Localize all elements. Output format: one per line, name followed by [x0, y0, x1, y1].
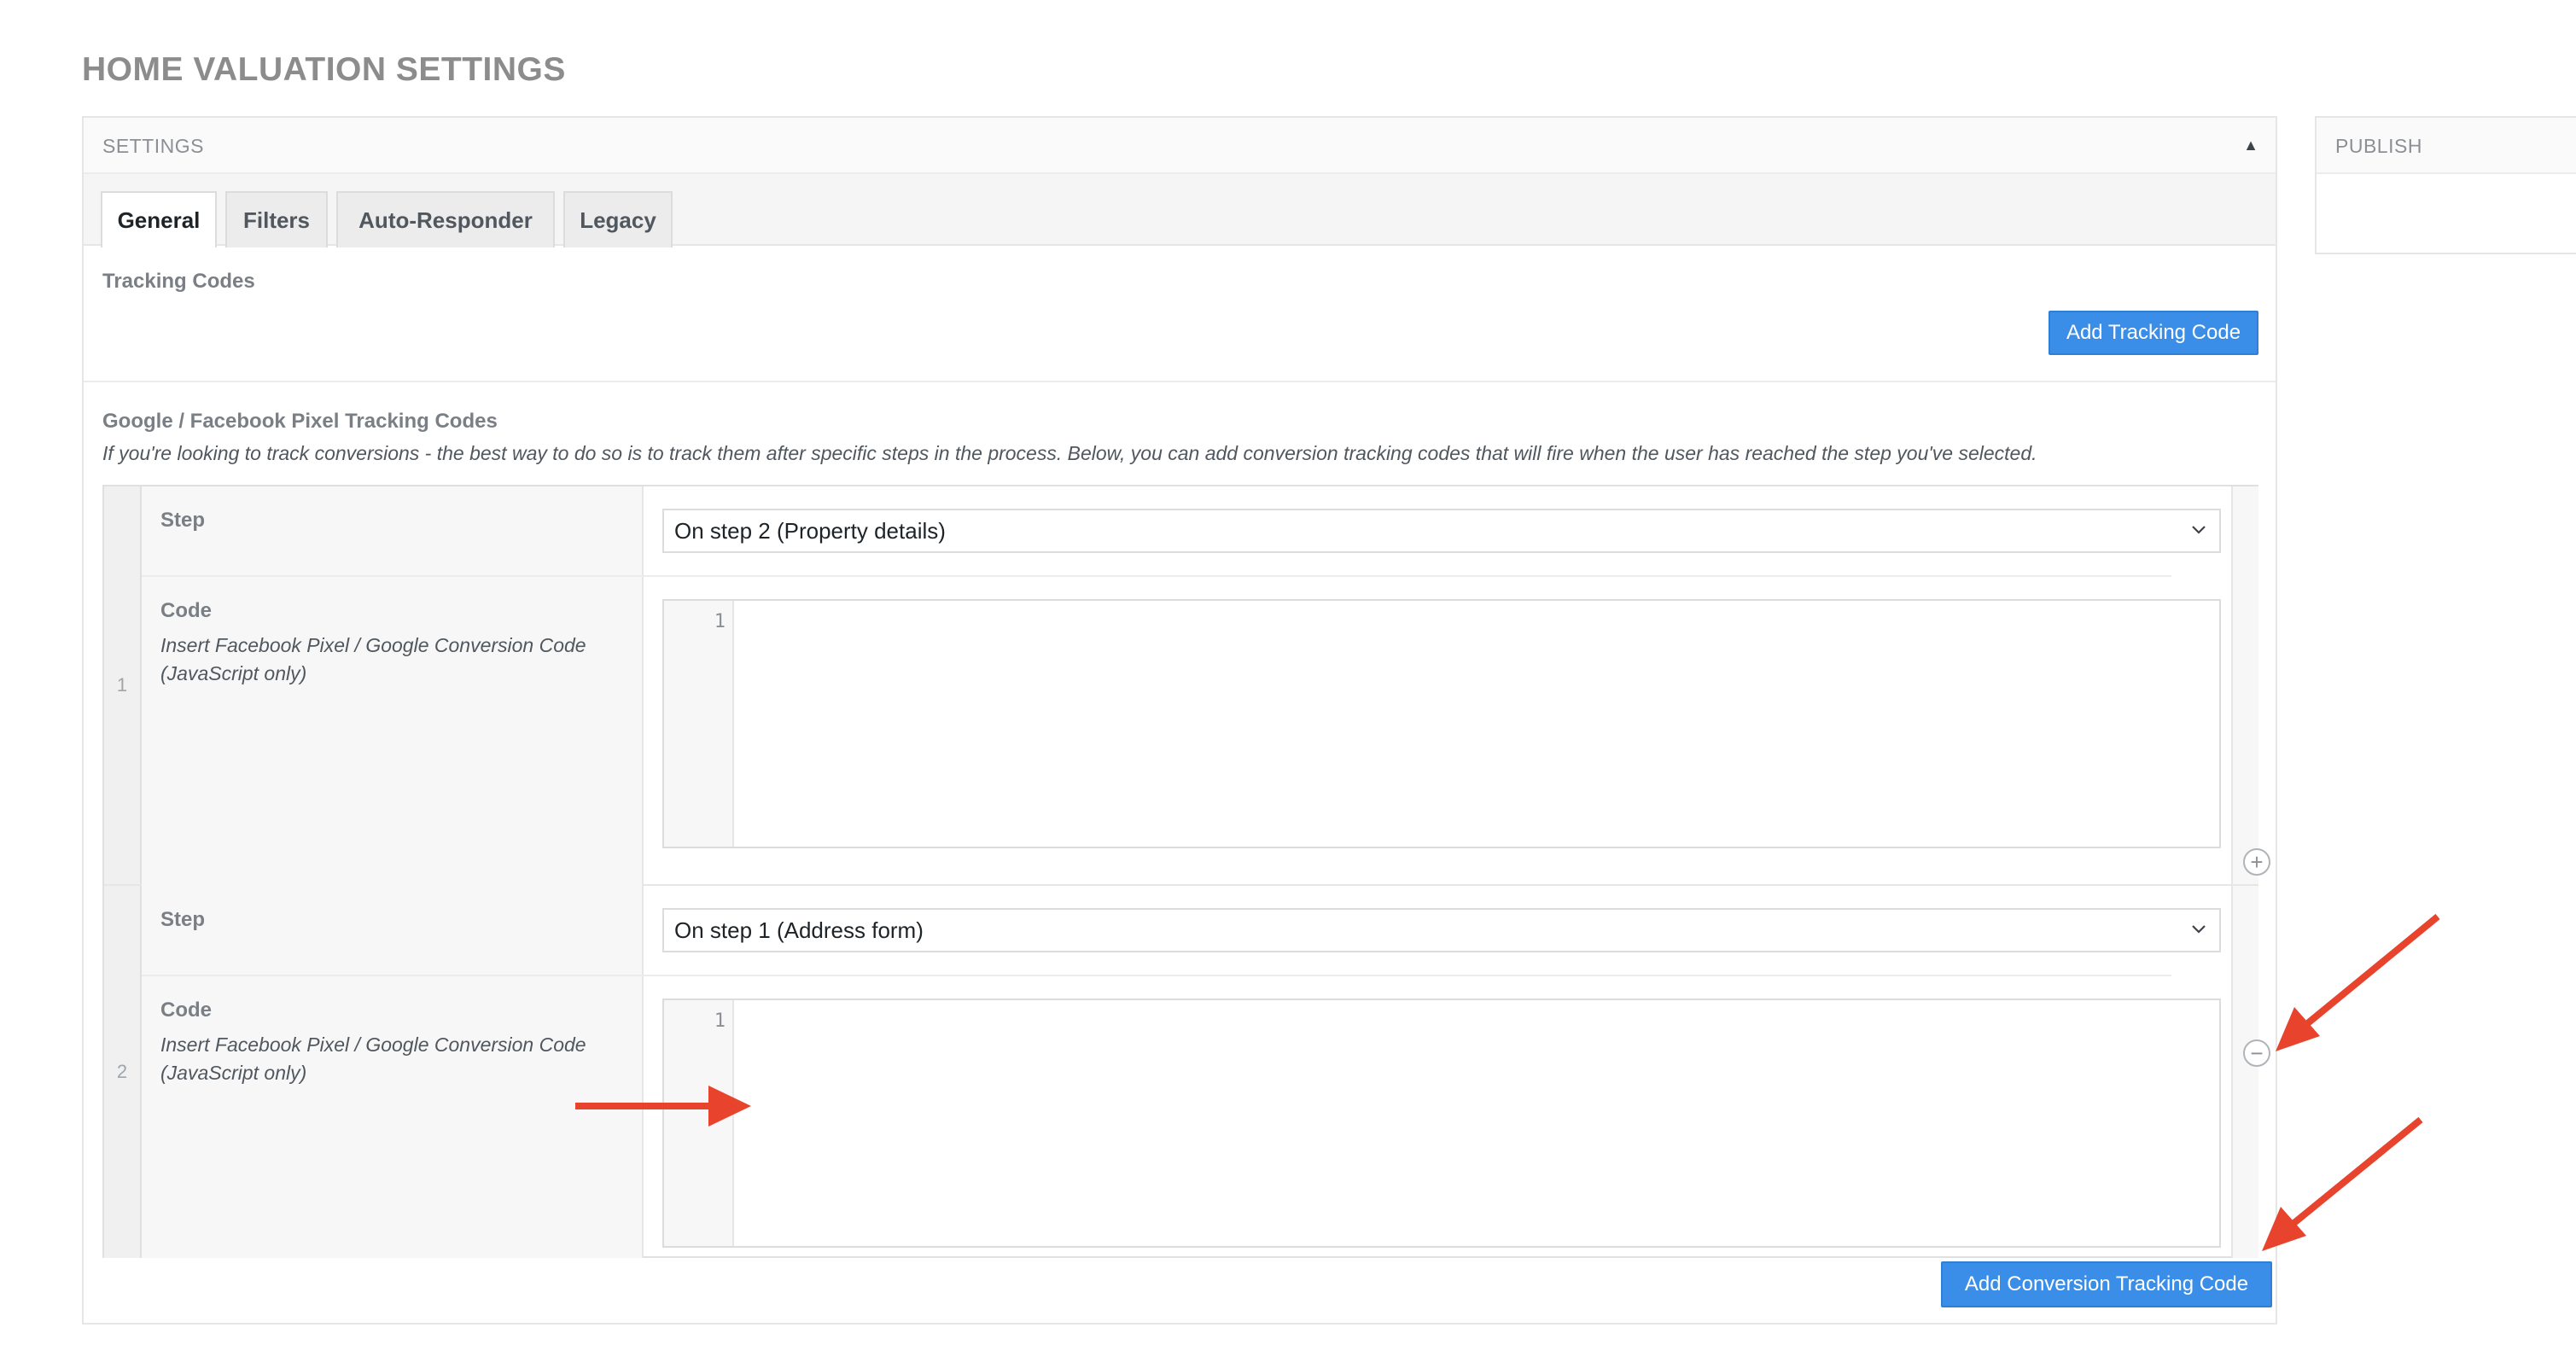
code-label: Code: [160, 599, 212, 622]
conversion-repeater: 1 Step On step 2 (Property details) Code…: [102, 485, 2258, 1258]
publish-panel: PUBLISH: [2315, 116, 2576, 254]
line-number: 1: [714, 611, 726, 632]
code-hint: Insert Facebook Pixel / Google Conversio…: [160, 634, 586, 684]
arrow-down-left-icon: [2262, 1116, 2423, 1251]
step-select-value: On step 1 (Address form): [674, 917, 924, 943]
step-field: Step On step 1 (Address form): [142, 886, 2221, 976]
code-field-label: Code Insert Facebook Pixel / Google Conv…: [142, 577, 644, 886]
step-field-label: Step: [142, 486, 644, 575]
step-select[interactable]: On step 1 (Address form): [662, 908, 2221, 952]
table-row: 1 Step On step 2 (Property details) Code…: [104, 486, 2258, 886]
add-conversion-tracking-code-button[interactable]: Add Conversion Tracking Code: [1941, 1261, 2272, 1307]
page-title: HOME VALUATION SETTINGS: [82, 51, 566, 88]
step-label: Step: [160, 908, 206, 931]
code-editor[interactable]: 1: [662, 599, 2221, 848]
step-field: Step On step 2 (Property details): [142, 486, 2221, 577]
code-editor-gutter: 1: [664, 601, 734, 847]
step-label: Step: [160, 509, 206, 532]
step-field-label: Step: [142, 886, 644, 975]
tab-bar: General Filters Auto-Responder Legacy: [84, 174, 2276, 247]
triangle-up-icon[interactable]: ▲: [2243, 137, 2258, 154]
chevron-down-icon: [2192, 925, 2206, 934]
add-row-icon[interactable]: +: [2243, 848, 2270, 876]
code-editor[interactable]: 1: [662, 999, 2221, 1248]
tab-filters[interactable]: Filters: [225, 191, 328, 247]
code-field: Code Insert Facebook Pixel / Google Conv…: [142, 577, 2221, 886]
row-number[interactable]: 1: [104, 486, 142, 884]
tab-auto-responder[interactable]: Auto-Responder: [336, 191, 555, 247]
code-hint: Insert Facebook Pixel / Google Conversio…: [160, 1033, 586, 1084]
row-number[interactable]: 2: [104, 886, 142, 1258]
row-actions: [2231, 486, 2258, 884]
code-label: Code: [160, 999, 212, 1022]
code-field-label: Code Insert Facebook Pixel / Google Conv…: [142, 976, 644, 1258]
row-actions: [2231, 886, 2258, 1258]
publish-panel-header[interactable]: PUBLISH: [2317, 118, 2576, 174]
settings-panel-header[interactable]: SETTINGS ▲: [84, 118, 2276, 174]
code-editor-gutter: 1: [664, 1000, 734, 1246]
publish-panel-title: PUBLISH: [2335, 135, 2422, 157]
step-select[interactable]: On step 2 (Property details): [662, 509, 2221, 553]
tab-legacy[interactable]: Legacy: [563, 191, 673, 247]
pixel-section-description: If you're looking to track conversions -…: [102, 442, 2037, 464]
table-row: 2 Step On step 1 (Address form) Code Ins…: [104, 886, 2258, 1258]
remove-row-icon[interactable]: −: [2243, 1039, 2270, 1067]
pixel-section-title: Google / Facebook Pixel Tracking Codes: [102, 410, 498, 433]
tracking-codes-section: Tracking Codes Add Tracking Code: [84, 246, 2276, 382]
tracking-codes-title: Tracking Codes: [102, 270, 255, 293]
tab-general[interactable]: General: [101, 191, 217, 247]
code-field: Code Insert Facebook Pixel / Google Conv…: [142, 976, 2221, 1258]
chevron-down-icon: [2192, 526, 2206, 534]
settings-panel: SETTINGS ▲ General Filters Auto-Responde…: [82, 116, 2277, 1325]
add-tracking-code-button[interactable]: Add Tracking Code: [2049, 311, 2258, 355]
line-number: 1: [714, 1010, 726, 1032]
arrow-down-left-icon: [2276, 913, 2440, 1051]
settings-panel-title: SETTINGS: [102, 135, 205, 157]
step-select-value: On step 2 (Property details): [674, 517, 946, 544]
